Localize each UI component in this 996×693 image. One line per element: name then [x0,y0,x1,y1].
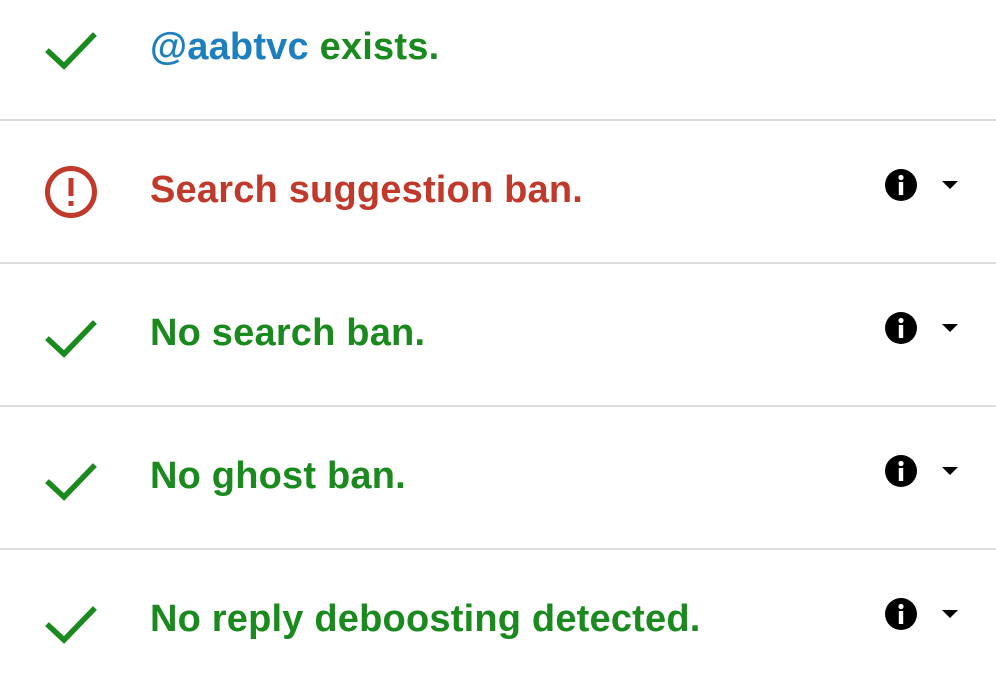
account-handle-link[interactable]: @aabtvc [150,26,309,68]
info-icon[interactable] [884,454,918,488]
caret-down-icon[interactable] [940,608,960,620]
shadowban-results-list: @aabtvc exists. Search suggestion ban. N… [0,0,996,688]
info-icon[interactable] [884,597,918,631]
check-icon [45,606,97,644]
exists-text: exists. [308,26,440,68]
check-icon [45,320,97,358]
result-text: No search ban. [150,312,426,354]
result-text: Search suggestion ban. [150,169,584,211]
result-row-ghost-ban: No ghost ban. [0,407,996,550]
check-icon [45,32,97,70]
caret-down-icon[interactable] [940,322,960,334]
result-text: No ghost ban. [150,455,406,497]
result-row-search-suggestion-ban: Search suggestion ban. [0,121,996,264]
result-text: @aabtvc exists. [150,26,439,69]
result-text: No reply deboosting detected. [150,598,701,640]
result-row-reply-deboosting: No reply deboosting detected. [0,550,996,693]
result-row-search-ban: No search ban. [0,264,996,407]
info-icon[interactable] [884,311,918,345]
caret-down-icon[interactable] [940,465,960,477]
check-icon [45,463,97,501]
info-icon[interactable] [884,168,918,202]
caret-down-icon[interactable] [940,179,960,191]
alert-circle-icon [45,166,97,218]
result-row-exists: @aabtvc exists. [0,0,996,121]
